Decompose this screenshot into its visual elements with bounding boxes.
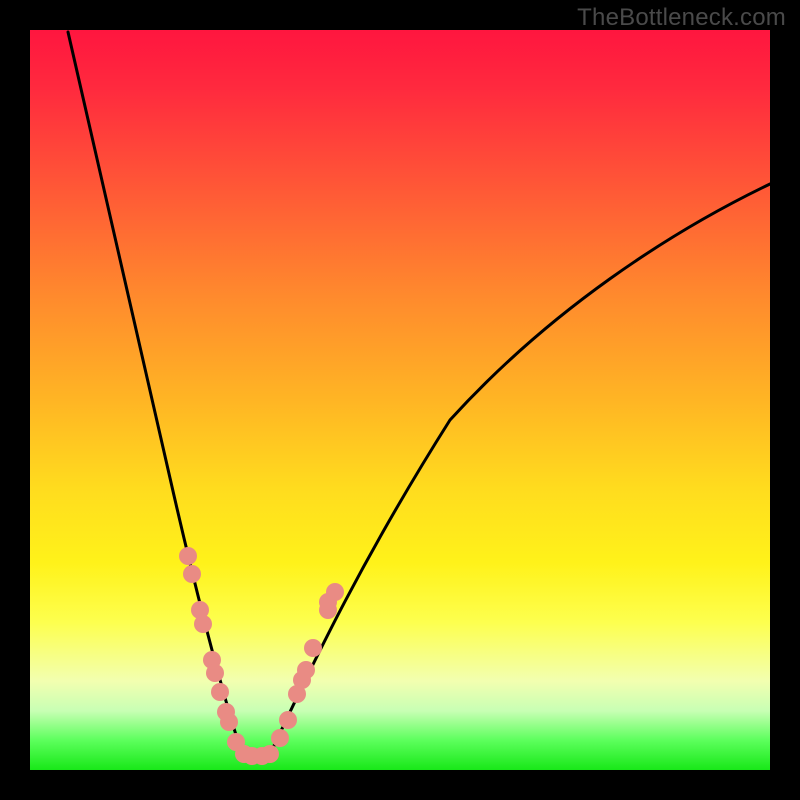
- curve-left-branch: [68, 32, 242, 754]
- plot-area: [30, 30, 770, 770]
- outer-frame: TheBottleneck.com: [0, 0, 800, 800]
- curve-right-branch: [270, 184, 770, 754]
- watermark-text: TheBottleneck.com: [577, 4, 786, 32]
- bottleneck-curve: [30, 30, 770, 770]
- sample-dots: [179, 547, 344, 765]
